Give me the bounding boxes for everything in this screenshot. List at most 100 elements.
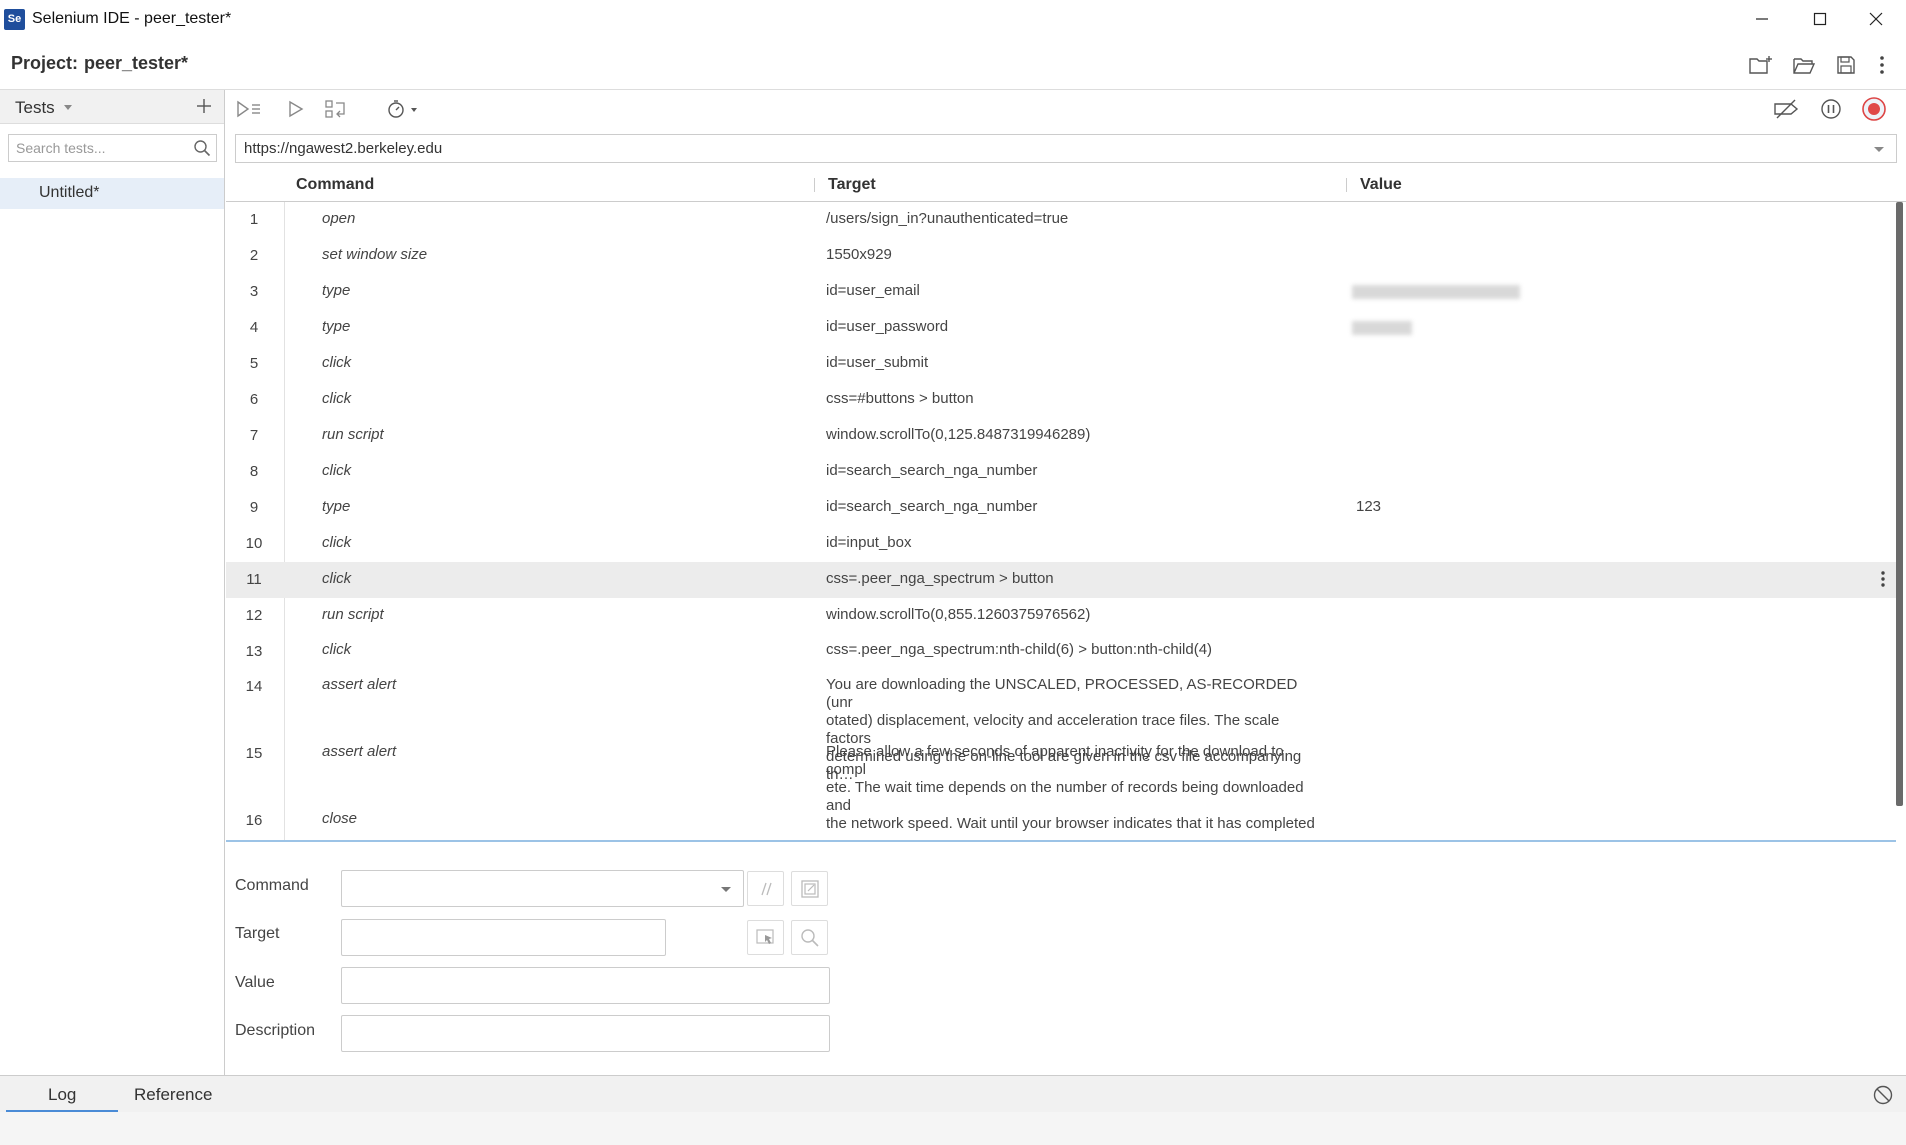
project-name[interactable]: peer_tester* — [84, 53, 188, 74]
table-row[interactable]: 5 click id=user_submit — [226, 346, 1896, 382]
base-url-select[interactable]: https://ngawest2.berkeley.edu — [235, 134, 1897, 163]
table-row[interactable]: 16 close — [226, 802, 1896, 838]
run-current-test-button[interactable] — [282, 96, 310, 122]
base-url-value: https://ngawest2.berkeley.edu — [244, 140, 443, 157]
search-icon[interactable] — [193, 139, 211, 157]
column-divider[interactable] — [814, 178, 815, 192]
maximize-button[interactable] — [1792, 0, 1848, 38]
project-label: Project: — [11, 53, 79, 73]
command-cell: type — [322, 282, 351, 299]
tab-log[interactable]: Log — [48, 1085, 76, 1105]
table-row[interactable]: 3 type id=user_email — [226, 274, 1896, 310]
table-row[interactable]: 10 click id=input_box — [226, 526, 1896, 562]
step-icon — [325, 100, 345, 118]
clear-log-button[interactable] — [1872, 1084, 1894, 1106]
minimize-button[interactable] — [1734, 0, 1790, 38]
target-input-box[interactable] — [341, 919, 666, 956]
chevron-down-icon[interactable] — [721, 887, 731, 892]
command-select[interactable] — [341, 870, 744, 907]
command-cell: assert alert — [322, 743, 397, 760]
column-header-value: Value — [1360, 176, 1402, 193]
redacted-value — [1352, 285, 1520, 299]
target-cell: 1550x929 — [826, 246, 892, 263]
toggle-comment-button[interactable] — [747, 871, 784, 906]
selenium-logo-icon: Se — [4, 9, 25, 30]
target-cell: window.scrollTo(0,125.8487319946289) — [826, 426, 1091, 443]
table-row[interactable]: 9 type id=search_search_nga_number 123 — [226, 490, 1896, 526]
table-row[interactable]: 13 click css=.peer_nga_spectrum:nth-chil… — [226, 634, 1896, 668]
table-row[interactable]: 2 set window size 1550x929 — [226, 238, 1896, 274]
command-cell: click — [322, 641, 352, 658]
table-row[interactable]: 4 type id=user_password — [226, 310, 1896, 346]
description-field[interactable] — [342, 1016, 829, 1051]
test-item[interactable]: Untitled* — [0, 178, 224, 209]
window-title: Selenium IDE - peer_tester* — [32, 10, 232, 27]
step-over-button[interactable] — [322, 96, 350, 122]
command-editor: Command Target Value Description — [226, 842, 1906, 1075]
close-window-button[interactable] — [1848, 0, 1904, 38]
tab-reference[interactable]: Reference — [134, 1085, 212, 1105]
target-cell: id=user_submit — [826, 354, 929, 371]
new-project-button[interactable] — [1748, 52, 1774, 78]
target-cell: id=search_search_nga_number — [826, 462, 1038, 479]
command-field[interactable] — [342, 871, 743, 906]
select-target-button[interactable] — [747, 920, 784, 955]
disable-breakpoints-button[interactable] — [1773, 96, 1801, 122]
pause-button[interactable] — [1817, 96, 1845, 122]
row-number: 11 — [246, 571, 262, 588]
open-project-button[interactable] — [1791, 52, 1817, 78]
table-row[interactable]: 7 run script window.scrollTo(0,125.84873… — [226, 418, 1896, 454]
more-options-button[interactable] — [1869, 52, 1895, 78]
command-cell: run script — [322, 426, 384, 443]
table-row-selected[interactable]: 11 click css=.peer_nga_spectrum > button — [226, 562, 1896, 598]
table-row[interactable]: 12 run script window.scrollTo(0,855.1260… — [226, 598, 1896, 634]
column-header-target: Target — [828, 176, 876, 193]
description-input-box[interactable] — [341, 1015, 830, 1052]
command-cell: click — [322, 354, 352, 371]
plus-icon — [197, 99, 211, 113]
table-row[interactable]: 8 click id=search_search_nga_number — [226, 454, 1896, 490]
table-row[interactable]: 15 assert alert Please allow a few secon… — [226, 735, 1896, 841]
description-label: Description — [235, 1022, 316, 1039]
save-project-button[interactable] — [1833, 52, 1859, 78]
table-row[interactable]: 14 assert alert You are downloading the … — [226, 668, 1896, 783]
run-all-tests-button[interactable] — [235, 96, 263, 122]
column-divider[interactable] — [1346, 178, 1347, 192]
row-number: 16 — [245, 812, 263, 829]
target-cell: css=.peer_nga_spectrum:nth-child(6) > bu… — [826, 641, 1213, 658]
find-target-button[interactable] — [791, 920, 828, 955]
target-field[interactable] — [342, 920, 665, 955]
add-test-button[interactable] — [193, 94, 215, 118]
table-header: Command Target Value — [226, 169, 1906, 202]
chevron-down-icon[interactable] — [64, 105, 72, 110]
row-number: 6 — [249, 391, 259, 408]
kebab-menu-icon — [1880, 56, 1884, 74]
table-row[interactable]: 6 click css=#buttons > button — [226, 382, 1896, 418]
row-number: 12 — [245, 607, 263, 624]
external-link-icon — [800, 879, 819, 898]
search-tests-input[interactable] — [9, 135, 189, 161]
play-icon — [289, 100, 304, 118]
kebab-menu-icon — [1881, 571, 1885, 587]
value-label: Value — [235, 974, 275, 991]
tests-dropdown[interactable]: Tests — [15, 98, 55, 118]
cursor-select-icon — [755, 928, 774, 944]
clear-icon — [1873, 1085, 1893, 1105]
row-options-button[interactable] — [1880, 570, 1894, 588]
row-number: 2 — [249, 247, 259, 264]
commands-table: Command Target Value 1 open /users/sign_… — [226, 169, 1906, 841]
open-reference-button[interactable] — [791, 871, 828, 906]
save-icon — [1837, 56, 1855, 74]
chevron-down-icon[interactable] — [1874, 147, 1884, 152]
value-field[interactable] — [342, 968, 829, 1003]
value-input-box[interactable] — [341, 967, 830, 1004]
record-button[interactable] — [1860, 96, 1888, 122]
search-icon — [800, 928, 819, 947]
row-number: 7 — [249, 427, 259, 444]
test-speed-dropdown[interactable] — [384, 96, 424, 122]
command-cell: close — [322, 810, 358, 827]
command-cell: click — [322, 462, 352, 479]
row-number: 15 — [245, 745, 263, 762]
table-scrollbar[interactable] — [1896, 202, 1903, 806]
table-row[interactable]: 1 open /users/sign_in?unauthenticated=tr… — [226, 202, 1896, 238]
